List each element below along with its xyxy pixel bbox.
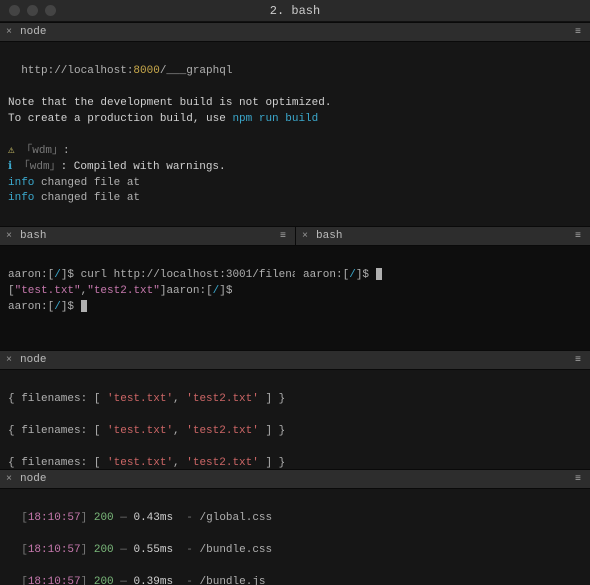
pane3-tabbar: × node ≡ xyxy=(0,350,590,370)
log-line: [18:10:57] 200 — 0.55ms - /bundle.css xyxy=(8,543,582,559)
window-titlebar: 2. bash xyxy=(0,0,590,22)
pane1-wdm-warn: ⚠ 「wdm」: xyxy=(8,145,70,157)
pane1-body[interactable]: http://localhost:8000/___graphql Note th… xyxy=(0,42,590,226)
pane2b-tabbar: × bash ≡ xyxy=(295,226,590,246)
pane3-tab-label[interactable]: node xyxy=(18,354,46,366)
minimize-window-button[interactable] xyxy=(27,5,38,16)
traffic-lights xyxy=(0,5,56,16)
pane4-menu-icon[interactable]: ≡ xyxy=(567,474,590,485)
zoom-window-button[interactable] xyxy=(45,5,56,16)
pane1-menu-icon[interactable]: ≡ xyxy=(567,27,590,38)
pane1-info2: info changed file at xyxy=(8,192,140,204)
pane3-line: { filenames: [ 'test.txt', 'test2.txt' ]… xyxy=(8,456,582,469)
pane3-close-icon[interactable]: × xyxy=(0,355,18,366)
pane2a-line2: ["test.txt","test2.txt"]aaron:[/]$ xyxy=(8,285,232,297)
log-line: [18:10:57] 200 — 0.39ms - /bundle.js xyxy=(8,575,582,585)
pane3-line: { filenames: [ 'test.txt', 'test2.txt' ]… xyxy=(8,424,582,440)
pane2b-line1: aaron:[/]$ xyxy=(303,269,382,281)
pane1-wdm-compiled: ℹ 「wdm」: Compiled with warnings. xyxy=(8,161,226,173)
pane1-tabbar: × node ≡ xyxy=(0,22,590,42)
pane2a-close-icon[interactable]: × xyxy=(0,231,18,242)
cursor-icon xyxy=(376,268,382,280)
pane3-line: { filenames: [ 'test.txt', 'test2.txt' ]… xyxy=(8,392,582,408)
pane4-tab-label[interactable]: node xyxy=(18,473,46,485)
pane1-note1: Note that the development build is not o… xyxy=(8,97,331,109)
pane4-tabbar: × node ≡ xyxy=(0,469,590,489)
pane1-info1: info changed file at xyxy=(8,177,140,189)
pane2b-body[interactable]: aaron:[/]$ xyxy=(295,246,590,350)
pane3-menu-icon[interactable]: ≡ xyxy=(567,355,590,366)
pane2a-body[interactable]: aaron:[/]$ curl http://localhost:3001/fi… xyxy=(0,246,295,350)
pane4-body[interactable]: [18:10:57] 200 — 0.43ms - /global.css [1… xyxy=(0,489,590,585)
pane2b-tab-label[interactable]: bash xyxy=(314,230,342,242)
pane3-body[interactable]: { filenames: [ 'test.txt', 'test2.txt' ]… xyxy=(0,370,590,469)
cursor-icon xyxy=(81,300,87,312)
pane2a-menu-icon[interactable]: ≡ xyxy=(272,231,295,242)
pane2a-tab-label[interactable]: bash xyxy=(18,230,46,242)
pane2b-menu-icon[interactable]: ≡ xyxy=(567,231,590,242)
pane2a-tabbar: × bash ≡ xyxy=(0,226,295,246)
log-line: [18:10:57] 200 — 0.43ms - /global.css xyxy=(8,511,582,527)
close-window-button[interactable] xyxy=(9,5,20,16)
pane2a-line3: aaron:[/]$ xyxy=(8,301,87,313)
pane1-close-icon[interactable]: × xyxy=(0,27,18,38)
pane4-close-icon[interactable]: × xyxy=(0,474,18,485)
pane1-tab-label[interactable]: node xyxy=(18,26,46,38)
pane2b-close-icon[interactable]: × xyxy=(296,231,314,242)
pane1-url: http://localhost:8000/___graphql xyxy=(8,65,232,77)
pane2a-line1: aaron:[/]$ curl http://localhost:3001/fi… xyxy=(8,269,295,281)
pane1-note2: To create a production build, use npm ru… xyxy=(8,113,318,125)
window-title: 2. bash xyxy=(0,4,590,18)
